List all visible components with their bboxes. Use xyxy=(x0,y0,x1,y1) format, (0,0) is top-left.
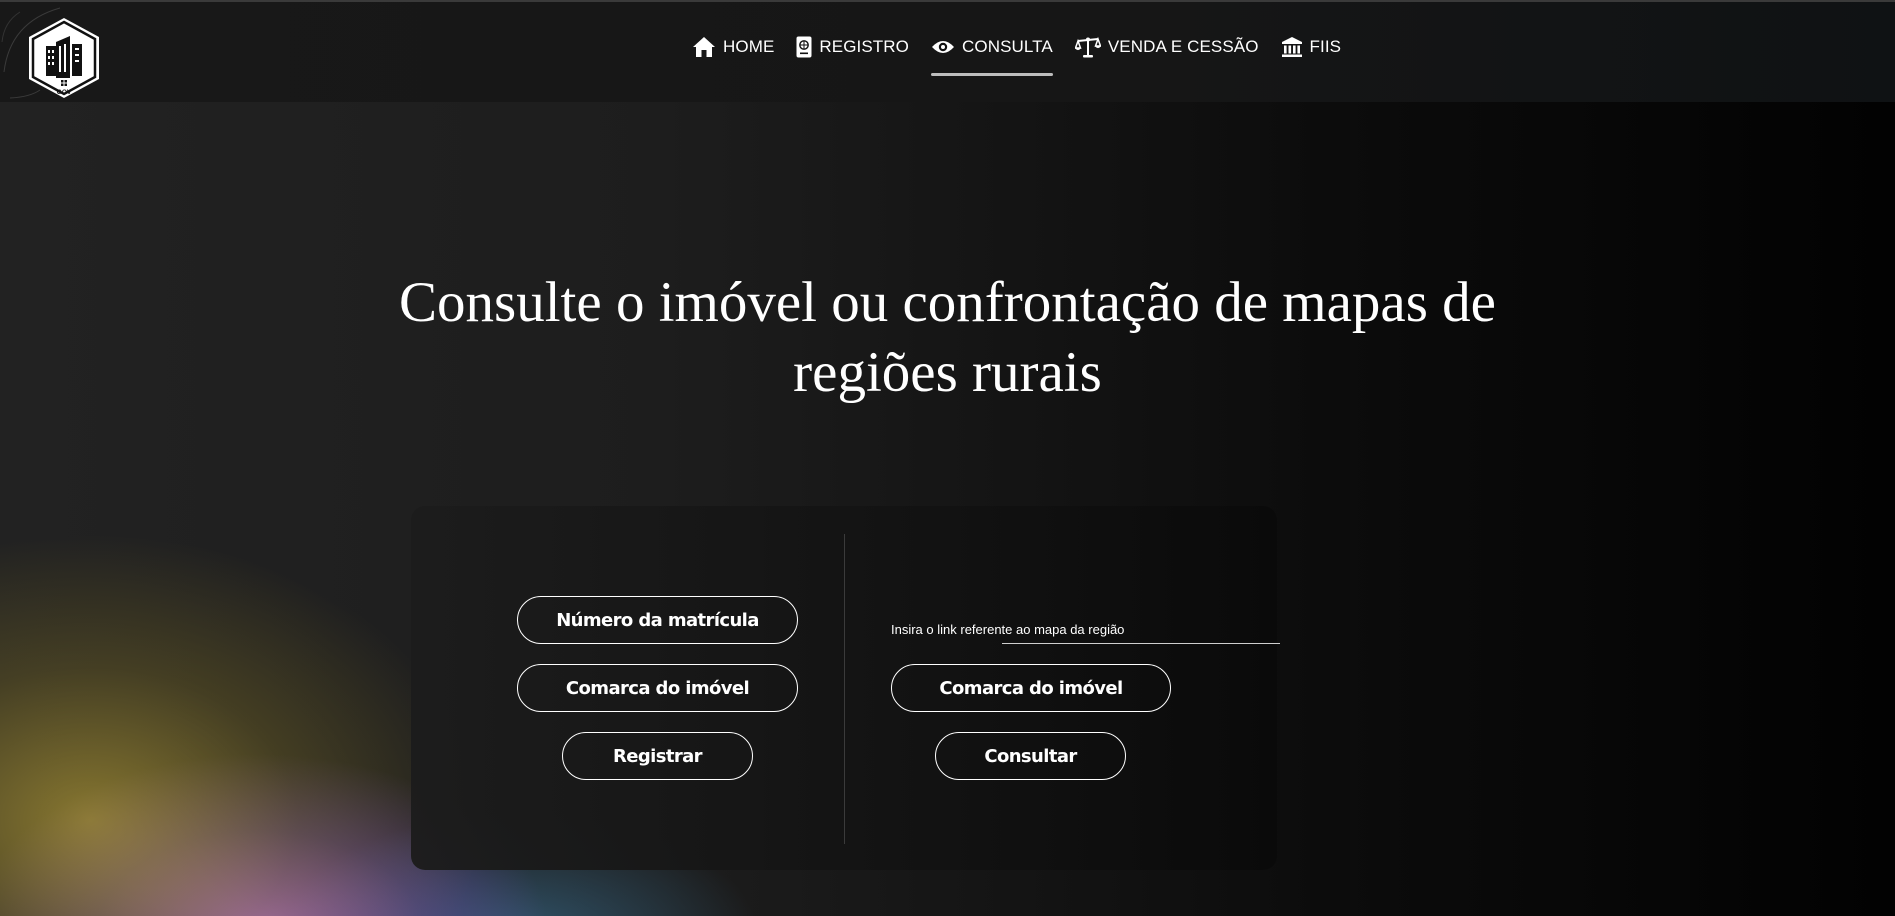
main-nav: HOME REGISTRO CONSULTA VENDA E CESSÃO FI… xyxy=(692,32,1363,76)
eye-icon xyxy=(932,41,954,53)
nav-registro-label: REGISTRO xyxy=(819,37,909,56)
left-comarca-button[interactable]: Comarca do imóvel xyxy=(517,664,798,712)
consultar-button[interactable]: Consultar xyxy=(935,732,1126,780)
map-link-input[interactable] xyxy=(1002,610,1280,644)
matricula-number-button[interactable]: Número da matrícula xyxy=(517,596,798,644)
bank-icon xyxy=(1281,37,1302,57)
page-title: Consulte o imóvel ou confrontação de map… xyxy=(0,268,1895,408)
home-icon xyxy=(693,37,715,57)
right-comarca-button[interactable]: Comarca do imóvel xyxy=(891,664,1171,712)
nav-consulta-label: CONSULTA xyxy=(962,37,1053,56)
scale-icon xyxy=(1074,36,1101,58)
nav-consulta[interactable]: CONSULTA xyxy=(931,32,1053,76)
nav-venda-cessao-label: VENDA E CESSÃO xyxy=(1107,37,1259,56)
top-navigation-bar: GOV HOME REGISTRO CONSULTA VENDA E CESSÃ… xyxy=(0,0,1895,102)
nav-registro[interactable]: REGISTRO xyxy=(796,32,909,62)
panel-divider xyxy=(844,534,845,844)
svg-text:GOV: GOV xyxy=(57,89,72,96)
page-title-line-2: regiões rurais xyxy=(793,341,1102,404)
passport-icon xyxy=(796,36,812,58)
registrar-button[interactable]: Registrar xyxy=(562,732,753,780)
nav-venda-cessao[interactable]: VENDA E CESSÃO xyxy=(1074,32,1259,62)
site-logo[interactable]: GOV xyxy=(26,16,102,100)
nav-fiis[interactable]: FIIS xyxy=(1281,32,1342,62)
page-title-line-1: Consulte o imóvel ou confrontação de map… xyxy=(399,271,1496,334)
nav-home[interactable]: HOME xyxy=(692,32,774,62)
nav-home-label: HOME xyxy=(723,37,775,56)
nav-fiis-label: FIIS xyxy=(1309,37,1342,56)
building-logo-icon: GOV xyxy=(29,18,99,98)
